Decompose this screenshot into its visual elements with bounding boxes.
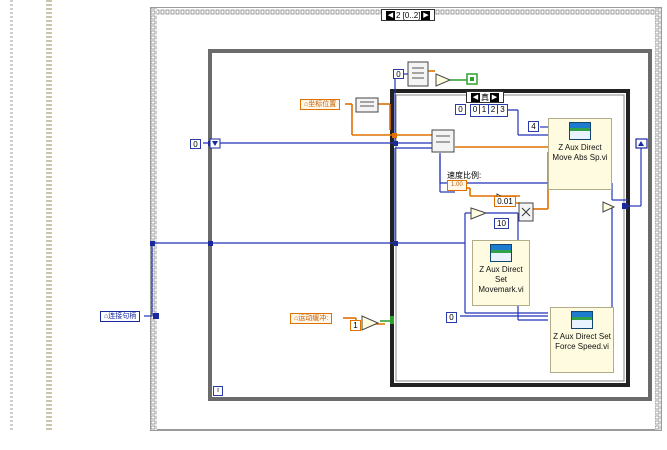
sequence-frame-selector[interactable]: ◀ 2 [0..2] ▶	[381, 9, 436, 21]
unbundle-node[interactable]	[431, 129, 455, 153]
coord-position-terminal[interactable]: ⌂坐标位置	[300, 99, 341, 110]
case-selector-label: 真	[481, 93, 489, 102]
move-abs-sp-subvi[interactable]: Z Aux Direct Move Abs Sp.vi	[548, 118, 612, 190]
subvi-title: Z Aux Direct Set Force Speed.vi	[553, 332, 611, 351]
array-element: 1	[480, 105, 489, 114]
block-diagram-canvas	[144, 7, 662, 431]
triangle-right-icon[interactable]: ▶	[490, 93, 499, 103]
speed-ratio-indicator[interactable]: 1.00	[447, 180, 467, 191]
decimal-constant[interactable]: 0.01	[494, 196, 516, 207]
compare-constant[interactable]: 0	[393, 69, 404, 79]
motion-buffer-terminal[interactable]: ⌂运动缓冲:	[290, 313, 333, 324]
subvi-icon	[490, 244, 512, 262]
ten-constant[interactable]: 10	[494, 218, 509, 229]
array-element: 2	[489, 105, 498, 114]
subvi-title: Z Aux Direct Set Movemark.vi	[478, 265, 524, 294]
array-subset-node[interactable]	[355, 97, 379, 113]
sequence-frame-label: 2 [0..2]	[396, 11, 421, 20]
subvi-title: Z Aux Direct Move Abs Sp.vi	[552, 143, 608, 162]
set-force-speed-subvi[interactable]: Z Aux Direct Set Force Speed.vi	[550, 307, 614, 373]
count-constant[interactable]: 4	[528, 121, 539, 132]
index-array-node[interactable]	[407, 61, 429, 87]
iteration-terminal: i	[213, 386, 223, 396]
case-selector[interactable]: ◀ 真 ▶	[466, 91, 504, 103]
triangle-left-icon[interactable]: ◀	[471, 93, 480, 103]
zero-constant[interactable]: 0	[446, 312, 457, 323]
index-constant[interactable]: 0	[190, 139, 201, 149]
connection-handle-terminal[interactable]: ⌂连接句柄	[100, 311, 141, 322]
array-element: 0	[471, 105, 480, 114]
array-element: 3	[498, 105, 507, 114]
one-constant[interactable]: 1	[350, 320, 361, 331]
greater-than-triangle	[435, 73, 452, 87]
coord-position-label: 坐标位置	[308, 101, 337, 108]
array-index-constant[interactable]: 0	[455, 104, 466, 115]
triangle-left-icon[interactable]: ◀	[386, 11, 395, 21]
subvi-icon	[571, 311, 593, 329]
array-constant[interactable]: 0 1 2 3	[470, 104, 508, 117]
motion-buffer-label: 运动缓冲:	[298, 315, 329, 322]
subvi-icon	[569, 122, 591, 140]
triangle-right-icon[interactable]: ▶	[421, 11, 431, 21]
set-movemark-subvi[interactable]: Z Aux Direct Set Movemark.vi	[472, 240, 530, 306]
connection-handle-label: 连接句柄	[108, 313, 137, 320]
